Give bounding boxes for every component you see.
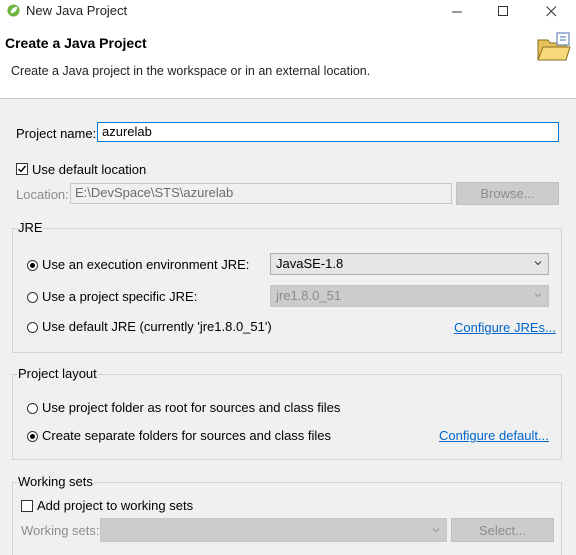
jre-default-label: Use default JRE (currently 'jre1.8.0_51'… bbox=[42, 319, 272, 334]
jre-specific-radio[interactable] bbox=[27, 292, 38, 303]
location-label: Location: bbox=[16, 187, 69, 202]
add-to-working-sets-label: Add project to working sets bbox=[37, 498, 194, 513]
chevron-down-icon bbox=[534, 261, 542, 266]
minimize-icon bbox=[451, 11, 462, 12]
spring-leaf-icon bbox=[7, 4, 20, 17]
execution-environment-select[interactable]: JavaSE-1.8 bbox=[270, 253, 549, 275]
wizard-header: Create a Java Project Create a Java proj… bbox=[0, 22, 576, 99]
close-icon bbox=[545, 5, 556, 16]
close-button[interactable] bbox=[528, 0, 574, 22]
maximize-button[interactable] bbox=[480, 0, 526, 22]
layout-root-label: Use project folder as root for sources a… bbox=[42, 400, 341, 415]
title-bar: New Java Project bbox=[0, 0, 576, 22]
project-name-input[interactable]: azurelab bbox=[97, 122, 559, 142]
jre-default-radio[interactable] bbox=[27, 322, 38, 333]
working-sets-group-label: Working sets bbox=[17, 474, 94, 489]
execution-environment-value: JavaSE-1.8 bbox=[276, 256, 344, 271]
use-default-location-checkbox[interactable] bbox=[16, 163, 28, 175]
configure-jres-link[interactable]: Configure JREs... bbox=[454, 320, 556, 335]
jre-env-label: Use an execution environment JRE: bbox=[42, 257, 250, 272]
location-input[interactable]: E:\DevSpace\STS\azurelab bbox=[70, 183, 452, 204]
jre-specific-label: Use a project specific JRE: bbox=[42, 289, 198, 304]
page-title: Create a Java Project bbox=[5, 35, 147, 51]
chevron-down-icon bbox=[534, 293, 542, 298]
working-sets-label: Working sets: bbox=[21, 523, 100, 538]
select-working-sets-button[interactable]: Select... bbox=[451, 518, 554, 542]
layout-root-radio[interactable] bbox=[27, 403, 38, 414]
page-description: Create a Java project in the workspace o… bbox=[11, 64, 371, 78]
jre-group-label: JRE bbox=[17, 220, 44, 235]
project-name-label: Project name: bbox=[16, 126, 97, 141]
maximize-icon bbox=[497, 5, 508, 16]
project-layout-group bbox=[12, 374, 562, 460]
chevron-down-icon bbox=[432, 528, 440, 533]
layout-separate-radio[interactable] bbox=[27, 431, 38, 442]
browse-button[interactable]: Browse... bbox=[456, 182, 559, 205]
new-project-folder-icon bbox=[537, 32, 571, 61]
use-default-location-label: Use default location bbox=[32, 162, 147, 177]
add-to-working-sets-checkbox[interactable] bbox=[21, 500, 33, 512]
project-specific-jre-select[interactable]: jre1.8.0_51 bbox=[270, 285, 549, 307]
project-specific-jre-value: jre1.8.0_51 bbox=[276, 288, 342, 303]
layout-separate-label: Create separate folders for sources and … bbox=[42, 428, 332, 443]
configure-default-link[interactable]: Configure default... bbox=[439, 428, 549, 443]
window-title: New Java Project bbox=[26, 3, 128, 18]
minimize-button[interactable] bbox=[434, 0, 480, 22]
project-layout-group-label: Project layout bbox=[17, 366, 98, 381]
checkmark-icon bbox=[18, 165, 27, 173]
jre-env-radio[interactable] bbox=[27, 260, 38, 271]
working-sets-select[interactable] bbox=[100, 518, 447, 542]
